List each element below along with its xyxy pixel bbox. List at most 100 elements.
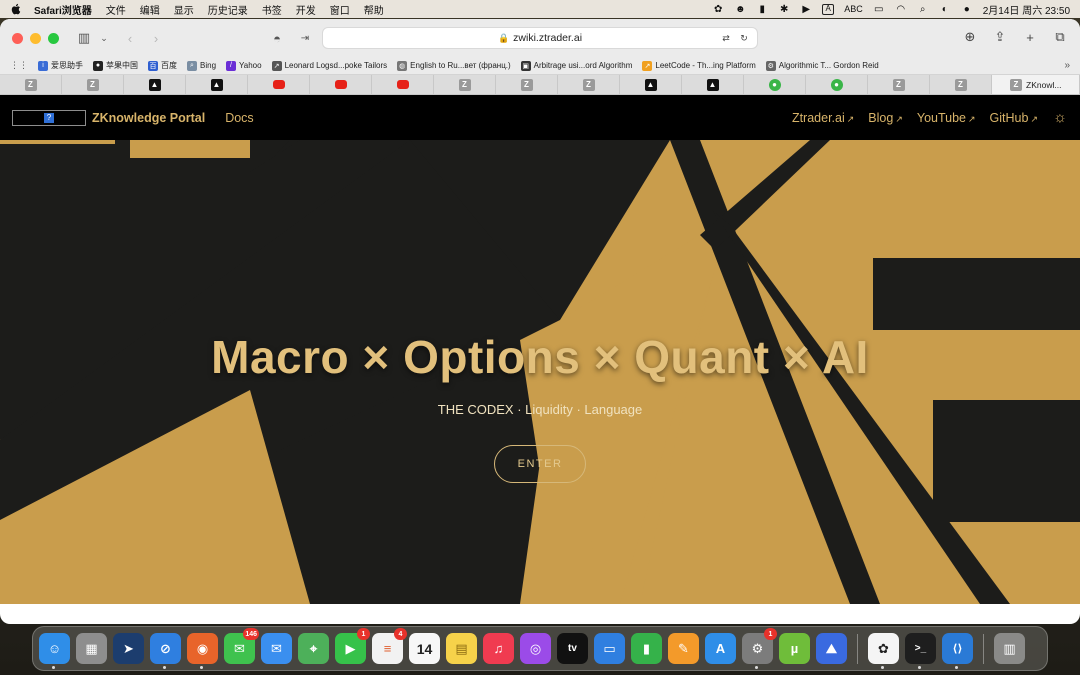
tab[interactable]: ● xyxy=(744,75,806,94)
notes-icon[interactable]: ▤ xyxy=(446,633,477,664)
forward-button[interactable]: › xyxy=(147,29,165,47)
control-center-icon[interactable]: ◐ xyxy=(939,4,951,15)
bookmark-item[interactable]: ▣ Arbitrage usi...ord Algorithm xyxy=(520,60,632,71)
apple-menu-icon[interactable] xyxy=(10,3,22,15)
podcasts-icon[interactable]: ◎ xyxy=(520,633,551,664)
menu-help[interactable]: 帮助 xyxy=(364,2,384,17)
input-method-label[interactable]: ABC xyxy=(844,4,863,14)
menu-develop[interactable]: 开发 xyxy=(296,2,316,17)
new-tab-icon[interactable]: + xyxy=(1022,29,1038,45)
siri-icon[interactable]: ● xyxy=(961,4,973,15)
bluetooth-icon[interactable]: ✱ xyxy=(778,4,790,15)
reload-icon[interactable]: ↻ xyxy=(737,31,751,45)
tab-active[interactable]: Z ZKnowl... xyxy=(992,75,1080,94)
trash-icon[interactable]: ▥ xyxy=(994,633,1025,664)
menu-history[interactable]: 历史记录 xyxy=(208,2,248,17)
maps-icon[interactable]: ⌖ xyxy=(298,633,329,664)
tab[interactable]: Z xyxy=(930,75,992,94)
menu-app-name[interactable]: Safari浏览器 xyxy=(34,2,92,17)
back-button[interactable]: ‹ xyxy=(121,29,139,47)
address-bar[interactable]: 🔒 zwiki.ztrader.ai ⇄ ↻ xyxy=(322,27,758,49)
site-brand[interactable]: ZKnowledge Portal xyxy=(92,111,205,125)
tab[interactable]: ▲ xyxy=(124,75,186,94)
tab[interactable]: Z xyxy=(0,75,62,94)
cat-status-icon[interactable]: ☻ xyxy=(734,4,746,15)
bookmark-item[interactable]: / Yahoo xyxy=(226,60,262,71)
bookmark-item[interactable]: ↗ Leonard Logsd...poke Tailors xyxy=(271,60,387,71)
reminders-icon[interactable]: ≡ 4 xyxy=(372,628,407,664)
bookmark-item[interactable]: ◍ English to Ru...вет (франц.) xyxy=(397,60,511,71)
tab[interactable]: Z xyxy=(62,75,124,94)
bookmark-item[interactable]: 百百度 xyxy=(148,60,177,71)
menu-bookmarks[interactable]: 书签 xyxy=(262,2,282,17)
enter-button[interactable]: ENTER xyxy=(494,445,586,483)
tab[interactable]: Z xyxy=(868,75,930,94)
nav-link-ztrader[interactable]: Ztrader.ai ↗ xyxy=(792,111,854,125)
menu-window[interactable]: 窗口 xyxy=(330,2,350,17)
firefox-icon[interactable]: ◉ xyxy=(187,633,218,669)
tab[interactable]: Z xyxy=(558,75,620,94)
nav-link-blog[interactable]: Blog ↗ xyxy=(868,111,903,125)
battery-icon[interactable]: ▭ xyxy=(873,4,885,15)
menu-view[interactable]: 显示 xyxy=(174,2,194,17)
tab[interactable] xyxy=(248,75,310,94)
finder-icon[interactable]: ☺ xyxy=(39,633,70,669)
music-icon[interactable]: ♫ xyxy=(483,633,514,664)
pages-icon[interactable]: ✎ xyxy=(668,633,699,664)
share-icon[interactable]: ⇪ xyxy=(992,29,1008,45)
menubar-clock[interactable]: 2月14日 周六 23:50 xyxy=(983,2,1070,17)
safari-icon[interactable]: ⊘ xyxy=(150,633,181,669)
openai-status-icon[interactable]: ✿ xyxy=(712,4,724,15)
utorrent-icon[interactable]: µ xyxy=(779,633,810,664)
menu-file[interactable]: 文件 xyxy=(106,2,126,17)
mail-icon[interactable]: ✉ xyxy=(261,633,292,664)
keynote-icon[interactable]: ▭ xyxy=(594,633,625,664)
calendar-icon[interactable]: 14 xyxy=(409,633,440,664)
sidebar-toggle-icon[interactable]: ▥ xyxy=(75,29,93,47)
tab[interactable]: ▲ xyxy=(682,75,744,94)
navigation-app-icon[interactable]: ➤ xyxy=(113,633,144,664)
close-window-button[interactable] xyxy=(12,32,23,44)
system-settings-icon[interactable]: ⚙ 1 xyxy=(742,628,777,669)
tab-overview-icon[interactable]: ⧉ xyxy=(1052,29,1068,45)
menu-edit[interactable]: 编辑 xyxy=(140,2,160,17)
vscode-icon[interactable]: ⟨⟩ xyxy=(942,633,973,669)
input-method-icon[interactable]: A xyxy=(822,3,835,15)
tab[interactable] xyxy=(310,75,372,94)
nav-link-github[interactable]: GitHub ↗ xyxy=(990,111,1038,125)
tab[interactable]: ● xyxy=(806,75,868,94)
zoom-window-button[interactable] xyxy=(48,32,59,44)
launchpad-icon[interactable]: ▦ xyxy=(76,633,107,664)
nordvpn-icon[interactable]: ⛰ xyxy=(816,633,847,664)
more-bookmarks-icon[interactable]: » xyxy=(1064,60,1070,71)
chevron-down-icon[interactable]: ⌄ xyxy=(95,29,113,47)
battery-status-icon[interactable]: ▮ xyxy=(756,4,768,15)
apps-grid-icon[interactable]: ⋮⋮ xyxy=(10,60,28,71)
terminal-icon[interactable]: >_ xyxy=(905,633,936,669)
numbers-icon[interactable]: ▮ xyxy=(631,633,662,664)
tab[interactable]: ▲ xyxy=(620,75,682,94)
translate-icon[interactable]: ⇄ xyxy=(719,31,733,45)
bookmark-item[interactable]: ⌕ Bing xyxy=(187,60,216,71)
tab[interactable]: Z xyxy=(496,75,558,94)
github-extension-icon[interactable]: ◓ xyxy=(268,29,286,47)
bookmark-item[interactable]: ↗ LeetCode - Th...ing Platform xyxy=(642,60,756,71)
sun-icon[interactable]: ☼ xyxy=(1052,109,1068,126)
bookmark-item[interactable]: ● 苹果中国 xyxy=(93,60,138,71)
messages-icon[interactable]: ✉ 146 xyxy=(224,628,259,664)
nav-docs-link[interactable]: Docs xyxy=(225,111,253,125)
wifi-icon[interactable]: ◠ xyxy=(895,4,907,15)
extension-arrow-icon[interactable]: ⇥ xyxy=(296,29,314,47)
facetime-icon[interactable]: ▶ 1 xyxy=(335,628,370,664)
app-store-icon[interactable]: A xyxy=(705,633,736,664)
url-text[interactable]: zwiki.ztrader.ai xyxy=(513,32,582,44)
tab[interactable]: Z xyxy=(434,75,496,94)
bookmark-item[interactable]: ⚙ Algorithmic T... Gordon Reid xyxy=(765,60,879,71)
apple-tv-icon[interactable]: tv xyxy=(557,633,588,664)
nav-link-youtube[interactable]: YouTube ↗ xyxy=(917,111,976,125)
downloads-icon[interactable]: ⊕ xyxy=(962,29,978,45)
tab[interactable] xyxy=(372,75,434,94)
minimize-window-button[interactable] xyxy=(30,32,41,44)
play-status-icon[interactable]: ▶ xyxy=(800,4,812,15)
bookmark-item[interactable]: i 爱思助手 xyxy=(38,60,83,71)
